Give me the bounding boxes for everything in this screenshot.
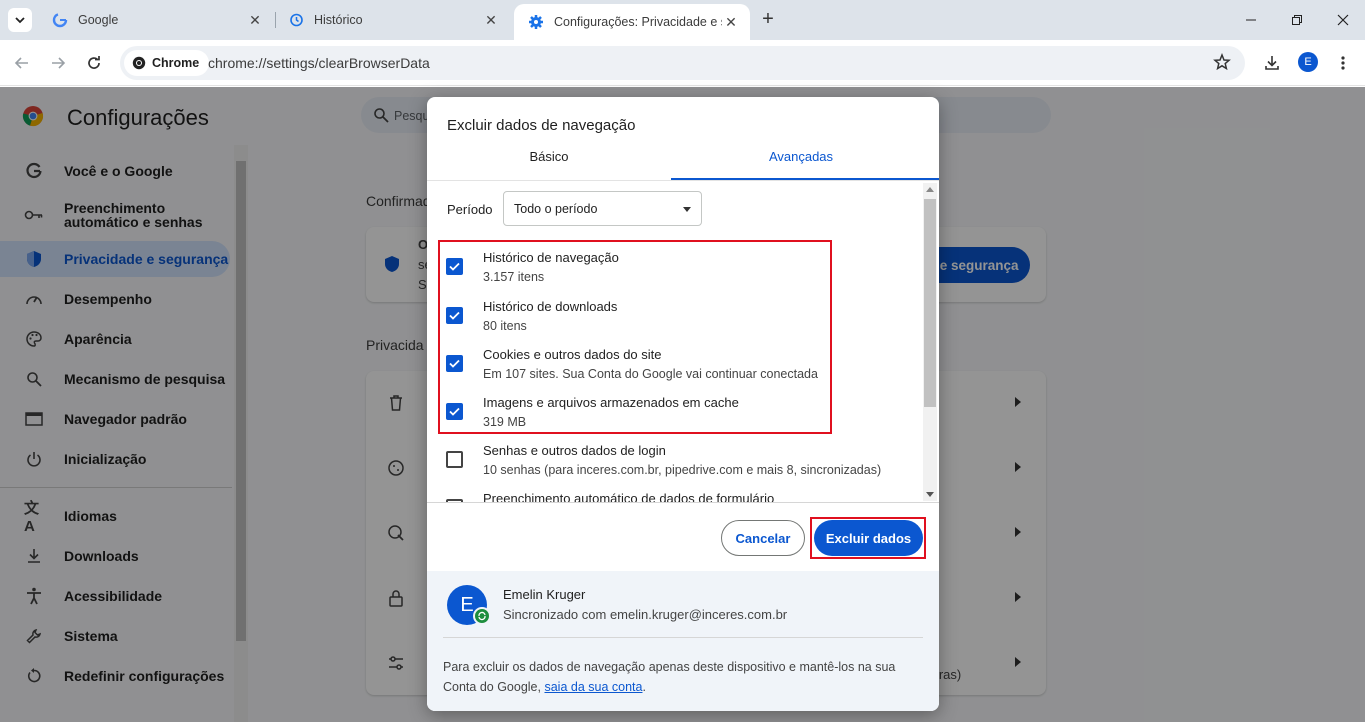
tab-strip: Google ✕ Histórico ✕ Configurações: Priv… — [0, 0, 1365, 40]
option-preenchimento[interactable]: Preenchimento automático de dados de for… — [427, 489, 917, 502]
url-text: chrome://settings/clearBrowserData — [208, 55, 430, 71]
close-icon[interactable]: ✕ — [246, 11, 264, 29]
tab-title: Configurações: Privacidade e se — [554, 15, 722, 29]
tab-divider — [427, 180, 939, 181]
account-sync-status: Sincronizado com emelin.kruger@inceres.c… — [503, 607, 788, 622]
dropdown-arrow-icon — [683, 207, 691, 212]
forward-button[interactable] — [46, 51, 70, 75]
minimize-button[interactable] — [1228, 0, 1274, 40]
checkbox-unchecked[interactable] — [446, 451, 463, 468]
downloads-button[interactable] — [1260, 51, 1284, 75]
reload-button[interactable] — [82, 51, 106, 75]
download-icon — [1265, 56, 1279, 70]
restore-icon — [1292, 15, 1302, 25]
tab-basico[interactable]: Básico — [427, 149, 671, 179]
new-tab-button[interactable]: + — [758, 9, 778, 30]
address-bar[interactable]: Chrome chrome://settings/clearBrowserDat… — [120, 46, 1245, 80]
browser-toolbar: Chrome chrome://settings/clearBrowserDat… — [0, 40, 1365, 86]
period-value: Todo o período — [514, 202, 598, 216]
tab-configuracoes[interactable]: Configurações: Privacidade e se ✕ — [514, 4, 750, 40]
dialog-title: Excluir dados de navegação — [447, 117, 636, 134]
tab-avancadas[interactable]: Avançadas — [679, 149, 923, 179]
tab-search-button[interactable] — [8, 8, 32, 32]
cancel-button[interactable]: Cancelar — [721, 520, 805, 556]
dialog-footer: E Emelin Kruger Sincronizado com emelin.… — [427, 571, 939, 711]
chevron-down-icon — [15, 17, 25, 24]
close-icon — [1337, 14, 1349, 26]
tab-title: Google — [78, 13, 119, 27]
dialog-scrollbar[interactable] — [923, 183, 937, 501]
gear-icon — [528, 14, 544, 30]
footer-divider — [443, 637, 923, 638]
chrome-icon — [132, 56, 146, 70]
menu-button[interactable] — [1331, 51, 1355, 75]
scroll-down-arrow-icon[interactable] — [926, 492, 934, 497]
more-vert-icon — [1341, 56, 1345, 70]
scroll-up-arrow-icon[interactable] — [926, 187, 934, 192]
back-button[interactable] — [10, 51, 34, 75]
arrow-right-icon — [52, 57, 66, 69]
clear-browsing-data-dialog: Excluir dados de navegação Básico Avança… — [427, 97, 939, 711]
tab-google[interactable]: Google ✕ — [38, 0, 274, 40]
highlight-box-checked-options — [438, 240, 832, 434]
sign-out-link[interactable]: saia da sua conta — [544, 680, 642, 694]
chip-label: Chrome — [152, 56, 200, 70]
tab-historico[interactable]: Histórico ✕ — [274, 0, 510, 40]
option-senhas[interactable]: Senhas e outros dados de login 10 senhas… — [427, 441, 917, 489]
restore-button[interactable] — [1274, 0, 1320, 40]
history-icon — [288, 12, 304, 28]
list-divider — [427, 502, 939, 503]
bookmark-star-icon[interactable] — [1213, 52, 1231, 74]
close-icon[interactable]: ✕ — [482, 11, 500, 29]
google-icon — [52, 12, 68, 28]
close-window-button[interactable] — [1320, 0, 1365, 40]
sync-icon — [473, 607, 491, 625]
period-label: Período — [447, 202, 493, 217]
period-select[interactable]: Todo o período — [503, 191, 702, 226]
account-name: Emelin Kruger — [503, 587, 586, 602]
site-info-chip[interactable]: Chrome — [124, 50, 210, 76]
minimize-icon — [1246, 19, 1256, 21]
close-icon[interactable]: ✕ — [722, 13, 740, 31]
footer-note: Para excluir os dados de navegação apena… — [443, 660, 896, 694]
reload-icon — [88, 56, 100, 69]
tab-title: Histórico — [314, 13, 363, 27]
highlight-box-delete-button — [810, 517, 926, 559]
profile-avatar[interactable]: E — [1298, 52, 1318, 72]
scroll-thumb[interactable] — [924, 199, 936, 407]
arrow-left-icon — [14, 57, 28, 69]
